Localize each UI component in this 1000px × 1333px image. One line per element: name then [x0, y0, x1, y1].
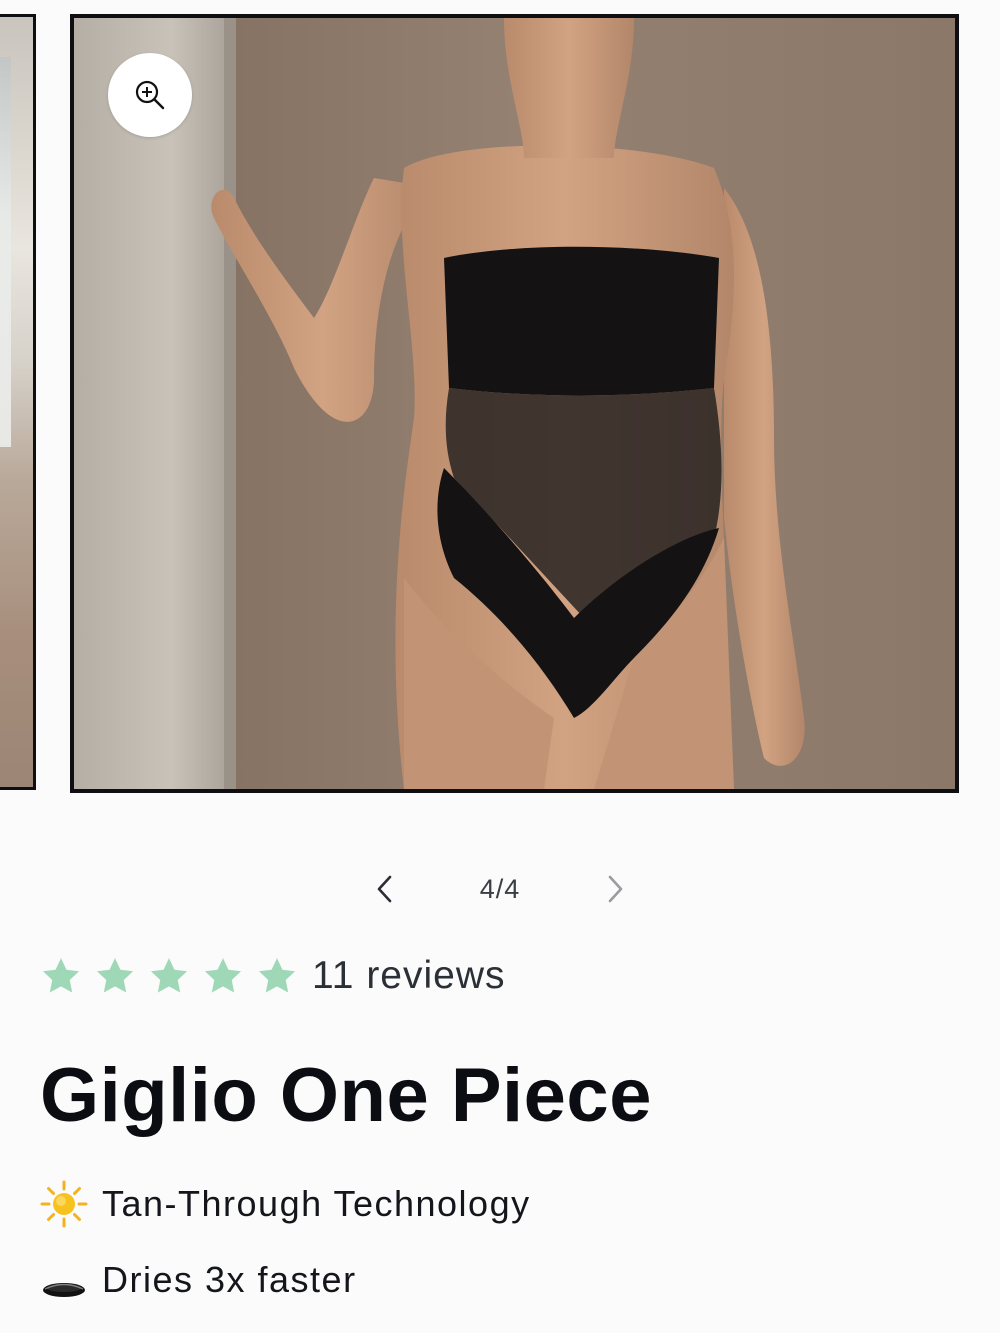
- hole-icon: [40, 1256, 88, 1304]
- product-photo: [74, 18, 955, 789]
- slide-image-detail: [0, 57, 11, 447]
- chevron-right-icon: [608, 875, 623, 903]
- sun-icon: [40, 1180, 88, 1228]
- feature-text: Tan-Through Technology: [102, 1183, 531, 1224]
- chevron-left-icon: [377, 875, 392, 903]
- gallery-pagination: 4/4: [360, 866, 640, 912]
- star-icon: [150, 958, 188, 993]
- star-icon: [96, 958, 134, 993]
- star-icon: [258, 958, 296, 993]
- zoom-button[interactable]: [108, 53, 192, 137]
- zoom-in-icon: [135, 80, 165, 110]
- previous-image-button[interactable]: [362, 866, 408, 912]
- star-icon: [204, 958, 242, 993]
- feature-item: Dries 3x faster: [40, 1256, 357, 1304]
- product-title: Giglio One Piece: [40, 1053, 652, 1138]
- review-count[interactable]: 11 reviews: [312, 954, 506, 998]
- feature-item: Tan-Through Technology: [40, 1180, 531, 1228]
- feature-text: Dries 3x faster: [102, 1259, 357, 1300]
- gallery-page-counter: 4/4: [479, 874, 521, 904]
- next-image-button[interactable]: [592, 866, 638, 912]
- rating-summary[interactable]: 11 reviews: [40, 950, 506, 1002]
- star-rating: [40, 955, 298, 997]
- product-image[interactable]: [70, 14, 959, 793]
- previous-slide-image[interactable]: [0, 14, 36, 790]
- star-icon: [42, 958, 80, 993]
